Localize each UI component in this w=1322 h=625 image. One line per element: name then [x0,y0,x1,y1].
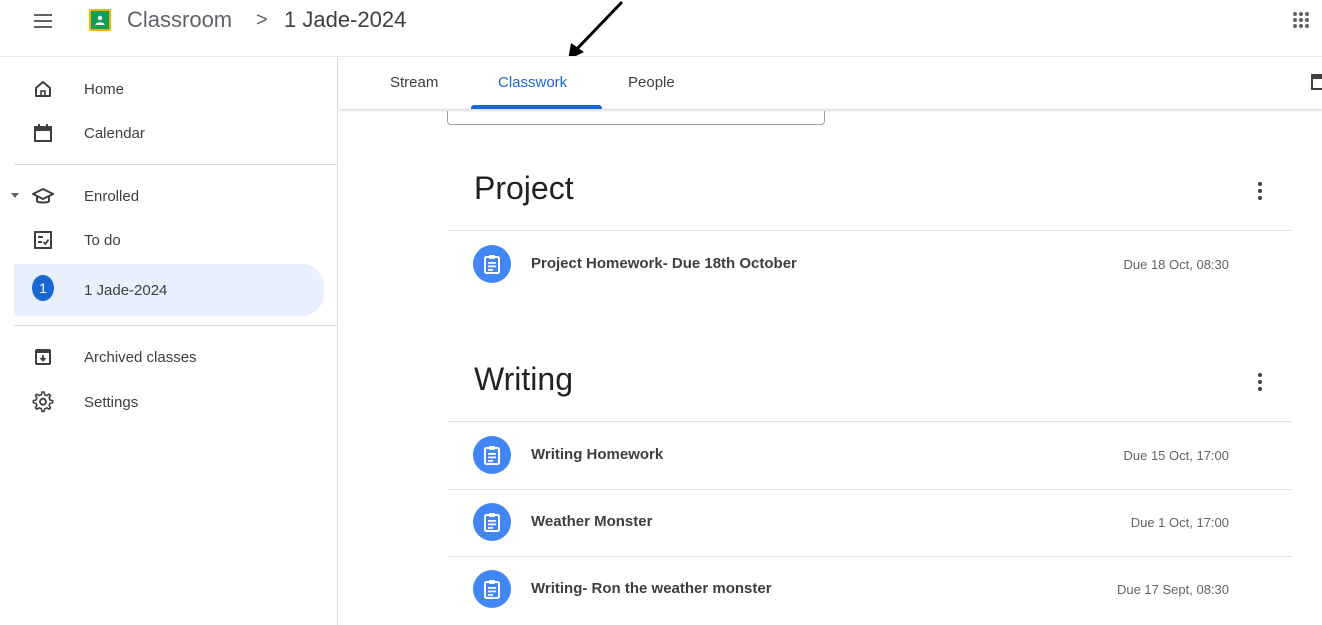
assignment-due-date: Due 1 Oct, 17:00 [1130,515,1229,530]
sidebar-item-class-1-jade-2024[interactable]: 1 1 Jade-2024 [14,264,324,316]
graduation-cap-icon [32,185,54,207]
class-avatar: 1 [32,275,54,301]
assignment-row[interactable]: Writing Homework Due 15 Oct, 17:00 [447,422,1292,488]
sidebar-item-settings[interactable]: Settings [14,380,324,424]
main-menu-button[interactable] [32,10,54,32]
calendar-icon [32,122,54,144]
assignment-due-date: Due 15 Oct, 17:00 [1123,448,1229,463]
assignment-row[interactable]: Weather Monster Due 1 Oct, 17:00 [447,489,1292,555]
topic-more-options-button[interactable] [1250,179,1270,203]
class-tabs: Stream Classwork People [339,57,1322,110]
topic-more-options-button[interactable] [1250,370,1270,394]
assignment-due-date: Due 17 Sept, 08:30 [1116,582,1229,597]
tab-classwork[interactable]: Classwork [498,74,567,91]
assignment-row[interactable]: Project Homework- Due 18th October Due 1… [447,231,1292,297]
sidebar-divider [14,325,338,326]
assignment-due-date: Due 18 Oct, 08:30 [1123,257,1229,272]
apps-grid-icon [1293,12,1309,28]
topic-title-writing[interactable]: Writing [474,361,573,398]
sidebar-item-label: Calendar [84,124,145,142]
assignment-icon [473,436,511,474]
assignment-title: Writing- Ron the weather monster [531,580,772,597]
sidebar-item-home[interactable]: Home [14,67,324,111]
sidebar-item-label: To do [84,231,121,249]
todo-checklist-icon [32,229,54,251]
tab-stream[interactable]: Stream [390,74,438,91]
more-vert-icon [1258,182,1262,186]
assignment-title: Weather Monster [531,513,653,530]
calendar-icon[interactable] [1310,72,1322,92]
assignment-row[interactable]: Writing- Ron the weather monster Due 17 … [447,556,1292,622]
google-apps-button[interactable] [1291,10,1311,30]
active-tab-indicator [471,105,602,109]
assignment-title: Project Homework- Due 18th October [531,255,797,272]
app-title[interactable]: Classroom [127,5,232,35]
topic-title-project[interactable]: Project [474,170,574,207]
assignment-icon [473,245,511,283]
breadcrumb-separator: > [256,9,268,31]
sidebar-item-label: Enrolled [84,187,140,205]
assignment-icon [473,570,511,608]
sidebar-item-label: 1 Jade-2024 [84,281,168,299]
home-icon [32,78,54,100]
sidebar-item-label: Archived classes [84,348,197,366]
more-vert-icon [1258,373,1262,377]
class-avatar-letter: 1 [32,275,54,301]
topic-filter-dropdown[interactable] [447,111,825,125]
sidebar-divider [14,164,338,165]
top-app-bar: Classroom > 1 Jade-2024 [0,0,1322,40]
sidebar-item-archived-classes[interactable]: Archived classes [14,335,324,379]
sidebar-item-todo[interactable]: To do [14,218,324,262]
classroom-logo-icon [95,15,105,25]
archive-icon [32,346,54,368]
hamburger-icon [34,14,52,28]
assignment-title: Writing Homework [531,446,664,463]
tab-people[interactable]: People [628,74,675,91]
breadcrumb-class-name[interactable]: 1 Jade-2024 [284,5,406,35]
assignment-icon [473,503,511,541]
classroom-logo[interactable] [89,9,111,31]
gear-icon [32,391,54,413]
sidebar-item-enrolled[interactable]: Enrolled [14,174,324,218]
sidebar-item-label: Home [84,80,125,98]
sidebar-item-calendar[interactable]: Calendar [14,111,324,155]
sidebar-item-label: Settings [84,393,139,411]
